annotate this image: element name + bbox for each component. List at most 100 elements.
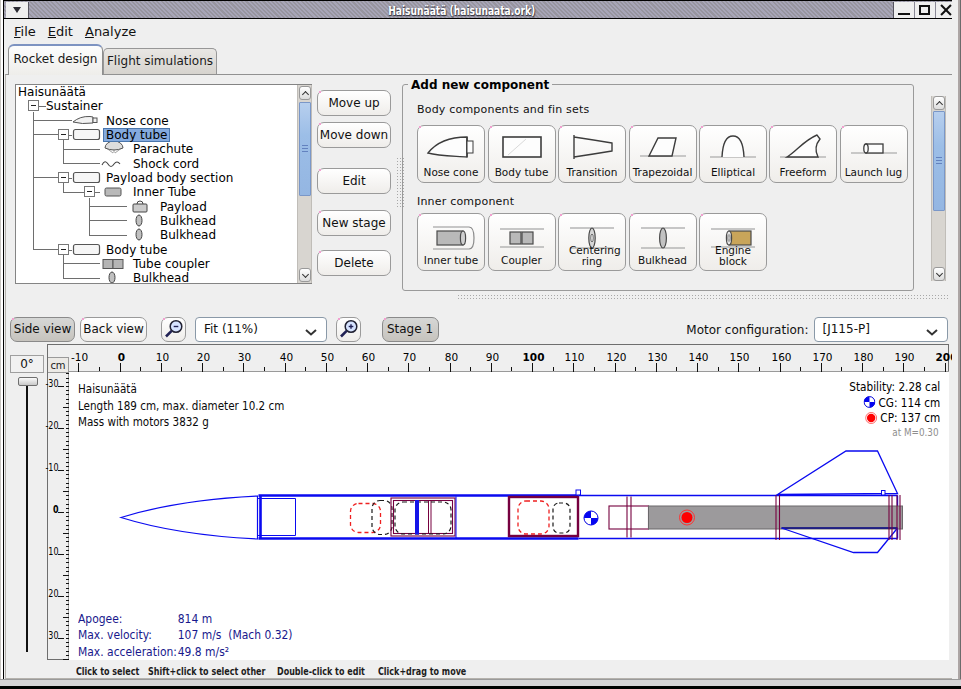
tree-item[interactable]: Payload: [16, 200, 311, 214]
tree-expand-box[interactable]: [58, 129, 69, 140]
body-tube-icon: [496, 131, 548, 163]
new-stage-button[interactable]: New stage: [317, 210, 391, 236]
palette-scroll-up-button[interactable]: [933, 96, 945, 110]
zoom-out-button[interactable]: [161, 317, 186, 342]
chevron-down-icon: [305, 329, 317, 336]
palette-centering-ring-button[interactable]: Centering ring: [558, 213, 626, 271]
palette-elliptical-button[interactable]: Elliptical: [699, 125, 767, 183]
minimize-button[interactable]: [894, 2, 915, 18]
tree-item[interactable]: Bulkhead: [16, 214, 311, 228]
tree-item[interactable]: Body tube: [16, 128, 311, 142]
window-titlebar[interactable]: Haisunäätä (haisunaata.ork): [1, 1, 960, 19]
tree-item-label[interactable]: Body tube: [106, 243, 167, 257]
tree-scroll-down-button[interactable]: [299, 268, 311, 282]
palette-inner-tube-button[interactable]: Inner tube: [417, 213, 485, 271]
back-view-button[interactable]: Back view: [80, 317, 147, 342]
tree-expand-box[interactable]: [84, 186, 95, 197]
horizontal-splitter[interactable]: [457, 294, 948, 301]
zoom-level-value: Fit (11%): [204, 322, 258, 336]
tree-item[interactable]: Inner Tube: [16, 185, 311, 199]
tree-scrollbar-thumb[interactable]: [299, 102, 311, 196]
window-right-border: [952, 0, 961, 689]
menu-file[interactable]: File: [14, 24, 36, 39]
palette-transition-button[interactable]: Transition: [558, 125, 626, 183]
tree-scrollbar[interactable]: [297, 85, 312, 283]
window-menu-icon[interactable]: [6, 2, 29, 18]
delete-button[interactable]: Delete: [317, 250, 391, 276]
tree-item[interactable]: Bulkhead: [16, 271, 311, 283]
maximize-button[interactable]: [915, 2, 936, 18]
tab-flight-simulations[interactable]: Flight simulations: [103, 48, 217, 74]
freeform-fin-icon: [777, 131, 829, 163]
tree-item-label[interactable]: Haisunäätä: [18, 85, 86, 99]
tree-item-label[interactable]: Bulkhead: [160, 228, 216, 242]
tree-item-label[interactable]: Bulkhead: [160, 214, 216, 228]
motor-configuration-label: Motor configuration:: [686, 323, 808, 337]
tree-expand-box[interactable]: [58, 172, 69, 183]
edit-button[interactable]: Edit: [317, 168, 391, 194]
palette-coupler-button[interactable]: Coupler: [488, 213, 556, 271]
rotation-slider-handle[interactable]: [18, 377, 38, 386]
tree-item[interactable]: Sustainer: [16, 99, 311, 113]
side-view-button[interactable]: Side view: [10, 317, 75, 342]
palette-scrollbar-thumb[interactable]: [933, 111, 945, 211]
tree-item-label[interactable]: Inner Tube: [133, 185, 196, 199]
tree-item-label[interactable]: Tube coupler: [133, 257, 210, 271]
tree-item-label[interactable]: Bulkhead: [133, 271, 189, 283]
tab-rocket-design[interactable]: Rocket design: [8, 44, 103, 75]
tree-item-label[interactable]: Payload: [160, 200, 207, 214]
tree-item[interactable]: Shock cord: [16, 157, 311, 171]
palette-engine-block-button[interactable]: Engine block: [699, 213, 767, 271]
lower-fin-outline: [782, 528, 898, 553]
tree-expand-box[interactable]: [58, 244, 69, 255]
rotation-angle-field[interactable]: 0°: [10, 355, 44, 373]
palette-freeform-button[interactable]: Freeform: [769, 125, 837, 183]
tree-item-label[interactable]: Payload body section: [106, 171, 233, 185]
tree-item[interactable]: Nose cone: [16, 114, 311, 128]
palette-nose-cone-button[interactable]: Nose cone: [417, 125, 485, 183]
vertical-splitter[interactable]: [396, 157, 405, 207]
svg-text:40: 40: [280, 351, 293, 363]
move-up-button[interactable]: Move up: [317, 90, 391, 116]
tree-item[interactable]: Bulkhead: [16, 228, 311, 242]
svg-text:140: 140: [688, 351, 708, 363]
nose-cone-outline: [121, 496, 258, 539]
tree-item-label[interactable]: Nose cone: [106, 114, 169, 128]
stage-1-toggle[interactable]: Stage 1: [382, 317, 439, 342]
rotation-slider-track[interactable]: [26, 386, 28, 652]
shock-cord-2-outline: [553, 503, 570, 533]
tree-item[interactable]: Haisunäätä: [16, 85, 311, 99]
motor-configuration-combo[interactable]: [J115-P]: [814, 317, 948, 342]
tree-item[interactable]: Body tube: [16, 243, 311, 257]
tree-item[interactable]: Payload body section: [16, 171, 311, 185]
tree-item-label[interactable]: Body tube: [103, 128, 170, 142]
body-components-label: Body components and fin sets: [417, 103, 589, 116]
tree-expand-box[interactable]: [28, 100, 39, 111]
tree-item[interactable]: Parachute: [16, 142, 311, 156]
tree-item[interactable]: Tube coupler: [16, 257, 311, 271]
palette-bulkhead-button[interactable]: Bulkhead: [629, 213, 697, 271]
chevron-down-icon: [936, 270, 943, 277]
menu-edit[interactable]: Edit: [48, 24, 73, 39]
chevron-up-icon: [936, 101, 943, 108]
zoom-level-combo[interactable]: Fit (11%): [195, 317, 327, 342]
component-tree[interactable]: HaisunäätäSustainerNose coneBody tubePar…: [15, 84, 312, 284]
tree-item-label[interactable]: Sustainer: [46, 99, 103, 113]
palette-scroll-down-button[interactable]: [933, 267, 945, 281]
tree-item-label[interactable]: Shock cord: [133, 157, 199, 171]
palette-body-tube-button[interactable]: Body tube: [488, 125, 556, 183]
menu-analyze[interactable]: Analyze: [85, 24, 136, 39]
palette-trapezoidal-button[interactable]: Trapezoidal: [629, 125, 697, 183]
svg-text:80: 80: [445, 351, 458, 363]
tree-scroll-up-button[interactable]: [299, 86, 311, 100]
zoom-in-button[interactable]: [336, 317, 361, 342]
apogee-label: Apogee:: [78, 611, 122, 626]
max-velocity-value: 107 m/s (Mach 0.32): [178, 627, 293, 643]
move-down-button[interactable]: Move down: [317, 122, 391, 148]
svg-text:50: 50: [321, 351, 334, 363]
tree-bulkhead-icon: [100, 271, 128, 283]
palette-launch-lug-button[interactable]: Launch lug: [840, 125, 908, 183]
tree-item-label[interactable]: Parachute: [133, 142, 193, 156]
window-left-border: [0, 0, 4, 689]
palette-scrollbar[interactable]: [931, 96, 946, 281]
